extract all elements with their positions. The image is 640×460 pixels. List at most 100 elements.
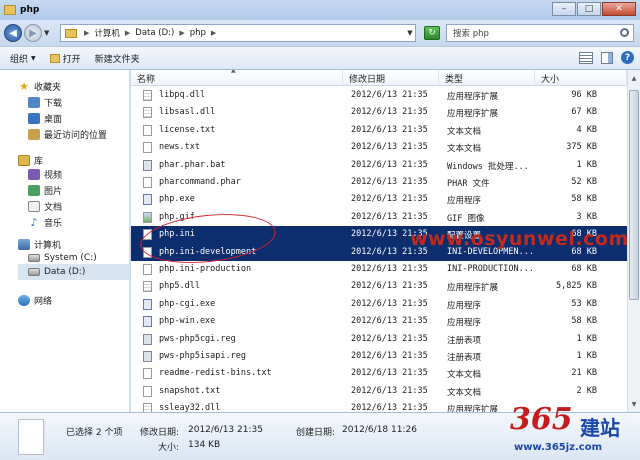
breadcrumb-computer[interactable]: 计算机 — [94, 27, 120, 39]
scrollbar-thumb[interactable] — [629, 90, 639, 300]
help-icon[interactable]: ? — [621, 51, 634, 64]
file-row[interactable]: readme-redist-bins.txt 2012/6/13 21:35 文本文… — [131, 365, 627, 382]
nav-downloads[interactable]: 下载 — [28, 94, 62, 110]
file-type: 应用程序 — [447, 196, 482, 207]
file-modified: 2012/6/13 21:35 — [351, 351, 428, 361]
file-modified: 2012/6/13 21:35 — [351, 90, 428, 100]
nav-pictures[interactable]: 图片 — [28, 182, 62, 198]
file-row[interactable]: php.exe 2012/6/13 21:35 应用程序 58 KB — [131, 191, 627, 208]
search-placeholder: 搜索 php — [453, 29, 489, 39]
file-row[interactable]: php-win.exe 2012/6/13 21:35 应用程序 58 KB — [131, 313, 627, 330]
file-name: libsasl.dll — [159, 107, 216, 118]
file-size: 1 KB — [576, 333, 597, 344]
nav-desktop[interactable]: 桌面 — [28, 110, 62, 126]
txt-file-icon — [143, 124, 152, 136]
file-row[interactable]: pharcommand.phar 2012/6/13 21:35 PHAR 文件 52… — [131, 174, 627, 191]
view-options-icon[interactable] — [579, 51, 593, 64]
file-row[interactable]: snapshot.txt 2012/6/13 21:35 文本文档 2 KB — [131, 383, 627, 400]
file-modified: 2012/6/13 21:35 — [351, 281, 428, 292]
column-label: 名称 — [137, 74, 156, 85]
new-folder-button[interactable]: 新建文件夹 — [95, 52, 140, 65]
nav-label: 桌面 — [44, 114, 63, 125]
file-type: 应用程序扩展 — [447, 405, 499, 412]
maximize-button[interactable]: □ — [577, 2, 601, 16]
nav-favorites[interactable]: ★ 收藏夹 — [18, 78, 61, 94]
php-file-icon — [143, 316, 152, 328]
vertical-scrollbar[interactable]: ▲ ▼ — [627, 70, 640, 412]
file-row[interactable]: php5.dll 2012/6/13 21:35 应用程序扩展 5,825 KB — [131, 278, 627, 295]
file-modified: 2012/6/13 21:35 — [351, 385, 428, 396]
open-icon — [49, 53, 60, 63]
new-folder-label: 新建文件夹 — [94, 54, 140, 65]
file-size: 375 KB — [566, 142, 597, 153]
file-name: pharcommand.phar — [159, 177, 241, 187]
recent-pages-dropdown[interactable]: ▼ — [44, 29, 52, 37]
breadcrumb-php[interactable]: php — [190, 28, 206, 38]
file-size: 4 KB — [576, 124, 597, 135]
file-row[interactable]: php.ini-production 2012/6/13 21:35 INI-PRO… — [131, 261, 627, 278]
column-header-name[interactable]: 名称 — [131, 70, 343, 86]
back-button[interactable]: ◀ — [4, 24, 22, 42]
file-size: 21 KB — [571, 368, 597, 379]
php-file-icon — [143, 194, 152, 206]
column-header-size[interactable]: 大小 — [535, 70, 627, 86]
organize-button[interactable]: 组织 ▼ — [10, 52, 36, 65]
file-row[interactable]: news.txt 2012/6/13 21:35 文本文档 375 KB — [131, 139, 627, 156]
drive-icon — [28, 268, 40, 276]
preview-pane-icon[interactable] — [601, 51, 613, 64]
column-header-modified[interactable]: 修改日期 — [343, 70, 439, 86]
file-row[interactable]: libsasl.dll 2012/6/13 21:35 应用程序扩展 67 KB — [131, 104, 627, 121]
file-row[interactable]: phar.phar.bat 2012/6/13 21:35 Windows 批处理.… — [131, 157, 627, 174]
file-type: 文本文档 — [447, 144, 482, 155]
nav-documents[interactable]: 文档 — [28, 198, 62, 214]
nav-data-drive[interactable]: Data (D:) — [18, 264, 130, 280]
address-bar[interactable]: ▶ 计算机 ▶ Data (D:) ▶ php ▶ — [60, 24, 416, 42]
file-modified: 2012/6/13 21:35 — [351, 298, 428, 309]
sort-arrow-icon: ▲ — [231, 70, 236, 74]
scroll-up-icon[interactable]: ▲ — [628, 72, 640, 84]
nav-music[interactable]: ♪ 音乐 — [28, 214, 62, 230]
download-folder-icon — [28, 96, 40, 108]
file-size: 68 KB — [571, 264, 597, 274]
file-row[interactable]: license.txt 2012/6/13 21:35 文本文档 4 KB — [131, 122, 627, 139]
file-size: 2 KB — [576, 385, 597, 396]
file-type: 文本文档 — [447, 387, 482, 398]
file-row[interactable]: php-cgi.exe 2012/6/13 21:35 应用程序 53 KB — [131, 296, 627, 313]
nav-videos[interactable]: 视频 — [28, 166, 62, 182]
breadcrumb-data-drive[interactable]: Data (D:) — [135, 28, 174, 38]
music-note-icon: ♪ — [30, 215, 38, 229]
open-button[interactable]: 打开 — [49, 52, 81, 65]
file-type: 应用程序 — [447, 300, 482, 311]
nav-label: 网络 — [34, 296, 53, 307]
file-name: php.exe — [159, 194, 195, 205]
file-modified: 2012/6/13 21:35 — [351, 368, 428, 379]
file-size: 52 KB — [571, 177, 597, 187]
computer-icon — [18, 238, 30, 250]
file-type: 应用程序 — [447, 318, 482, 329]
nav-network[interactable]: 网络 — [18, 292, 52, 308]
close-button[interactable]: ✕ — [602, 2, 636, 16]
video-library-icon — [28, 168, 40, 180]
txt-file-icon — [143, 177, 152, 188]
file-row[interactable]: pws-php5isapi.reg 2012/6/13 21:35 注册表项 1 KB — [131, 348, 627, 365]
file-row[interactable]: libpq.dll 2012/6/13 21:35 应用程序扩展 96 KB — [131, 87, 627, 104]
dll-file-icon — [143, 281, 152, 293]
breadcrumb-separator-icon: ▶ — [124, 29, 131, 37]
search-icon[interactable] — [620, 28, 629, 37]
file-name: snapshot.txt — [159, 385, 221, 396]
address-dropdown[interactable]: ▼ — [404, 24, 416, 42]
recent-places-icon — [28, 128, 40, 140]
command-bar: 组织 ▼ 打开 新建文件夹 ? — [0, 46, 640, 70]
minimize-button[interactable]: – — [552, 2, 576, 16]
logo-number: 365 — [510, 402, 573, 437]
file-row[interactable]: pws-php5cgi.reg 2012/6/13 21:35 注册表项 1 KB — [131, 331, 627, 348]
nav-label: 最近访问的位置 — [44, 130, 108, 141]
column-header-type[interactable]: 类型 — [439, 70, 535, 86]
refresh-button[interactable]: ↻ — [424, 26, 440, 40]
nav-recent-places[interactable]: 最近访问的位置 — [28, 126, 107, 142]
bat-file-icon — [143, 159, 152, 171]
navigation-pane: ★ 收藏夹 下载 桌面 最近访问的位置 库 视频 图片 文档 ♪ 音乐 计算机 … — [0, 70, 130, 412]
forward-button[interactable]: ▶ — [24, 24, 42, 42]
file-modified: 2012/6/13 21:35 — [351, 264, 428, 274]
search-input[interactable]: 搜索 php — [446, 24, 634, 42]
